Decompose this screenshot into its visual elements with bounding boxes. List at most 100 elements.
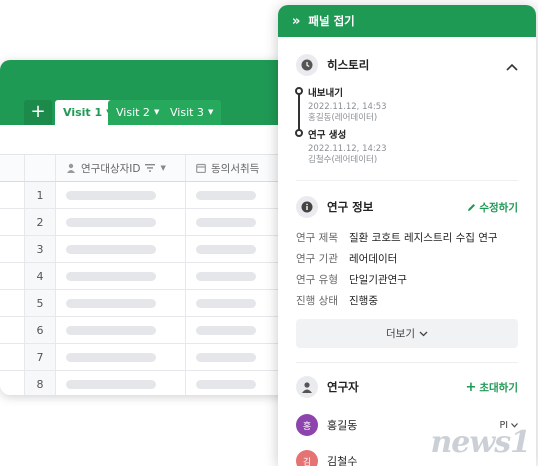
column-header-subject-id[interactable]: 연구대상자ID ▼: [56, 155, 186, 181]
row-number: 3: [24, 236, 56, 262]
info-icon: [296, 196, 318, 218]
avatar: 김: [296, 450, 318, 466]
person-icon: [296, 376, 318, 398]
more-label: 더보기: [386, 328, 415, 340]
divider: [296, 362, 518, 363]
news1-watermark: news1: [430, 425, 531, 460]
history-item-user: 김철수(레어데이터): [308, 155, 378, 165]
info-label: 진행 상태: [296, 295, 338, 307]
edit-label: 수정하기: [479, 201, 518, 214]
edit-button[interactable]: 수정하기: [467, 200, 518, 215]
table-cell[interactable]: [186, 182, 286, 208]
invite-button[interactable]: + 초대하기: [465, 380, 518, 395]
table-row: 1: [0, 182, 300, 209]
collapse-panel-button[interactable]: » 패널 접기: [278, 5, 536, 37]
table-cell[interactable]: [56, 290, 186, 316]
placeholder-bar: [196, 325, 256, 335]
study-info-list: 연구 제목 질환 코호트 레지스트리 수집 연구 연구 기관 레어데이터 연구 유형…: [278, 227, 536, 311]
history-item: 연구 생성 2022.11.12, 14:23 김철수(레어데이터): [308, 127, 387, 166]
row-number-header: [24, 155, 56, 181]
row-number: 1: [24, 182, 56, 208]
row-number: 6: [24, 317, 56, 343]
table-cell[interactable]: [186, 263, 286, 289]
placeholder-bar: [66, 325, 156, 335]
filter-icon[interactable]: [145, 164, 156, 172]
info-value: 질환 코호트 레지스트리 수집 연구: [349, 232, 498, 244]
collapse-panel-label: 패널 접기: [308, 14, 355, 28]
placeholder-bar: [196, 190, 256, 200]
tab-visit-3[interactable]: Visit 3 ▼: [162, 100, 222, 125]
table-cell[interactable]: [186, 290, 286, 316]
placeholder-bar: [66, 271, 156, 281]
tab-label: Visit 3: [170, 106, 204, 119]
history-title: 히스토리: [327, 58, 370, 72]
table-cell[interactable]: [56, 317, 186, 343]
row-number: 4: [24, 263, 56, 289]
info-value: 레어데이터: [349, 253, 398, 265]
placeholder-bar: [66, 298, 156, 308]
history-item-date: 2022.11.12, 14:23: [308, 144, 387, 154]
table-cell[interactable]: [56, 209, 186, 235]
history-item: 내보내기 2022.11.12, 14:53 홍길동(레어데이터): [308, 85, 387, 124]
info-row: 연구 유형 단일기관연구: [296, 269, 518, 290]
pencil-icon: [468, 203, 476, 211]
table-cell[interactable]: [56, 344, 186, 370]
info-row: 연구 기관 레어데이터: [296, 248, 518, 269]
tab-label: Visit 2: [116, 106, 150, 119]
row-number: 5: [24, 290, 56, 316]
history-item-user: 홍길동(레어데이터): [308, 113, 378, 123]
history-item-title: 연구 생성: [308, 130, 347, 141]
invite-label: 초대하기: [479, 381, 518, 394]
placeholder-bar: [196, 244, 256, 254]
caret-down-icon: ▼: [207, 108, 214, 116]
table-row: 8: [0, 371, 300, 395]
table-cell[interactable]: [56, 371, 186, 395]
table-row: 7: [0, 344, 300, 371]
researchers-section-header: 연구자 + 초대하기: [278, 367, 536, 407]
more-button[interactable]: 더보기: [296, 319, 518, 348]
placeholder-bar: [196, 271, 256, 281]
placeholder-bar: [66, 352, 156, 362]
table-cell[interactable]: [56, 263, 186, 289]
table-cell[interactable]: [56, 236, 186, 262]
table-cell[interactable]: [186, 236, 286, 262]
history-item-title: 내보내기: [308, 88, 343, 99]
table-cell[interactable]: [186, 344, 286, 370]
info-row: 진행 상태 진행중: [296, 290, 518, 311]
table-cell[interactable]: [186, 209, 286, 235]
table-row: 4: [0, 263, 300, 290]
avatar: 홍: [296, 414, 318, 436]
caret-down-icon: ▼: [153, 108, 160, 116]
history-timeline: 내보내기 2022.11.12, 14:53 홍길동(레어데이터) 연구 생성 …: [278, 85, 536, 180]
history-section-header[interactable]: 히스토리: [278, 45, 536, 85]
chevron-up-icon[interactable]: [506, 56, 518, 75]
clock-icon: [296, 54, 318, 76]
timeline-line: [298, 91, 300, 133]
table-row: 2: [0, 209, 300, 236]
tab-visit-2[interactable]: Visit 2 ▼: [108, 100, 168, 125]
study-info-title: 연구 정보: [327, 200, 374, 214]
column-header-consent[interactable]: 동의서취득: [186, 155, 286, 181]
table-cell[interactable]: [186, 371, 286, 395]
info-row: 연구 제목 질환 코호트 레지스트리 수집 연구: [296, 227, 518, 248]
double-chevron-right-icon: »: [292, 13, 301, 29]
table-cell[interactable]: [186, 317, 286, 343]
info-label: 연구 제목: [296, 232, 338, 244]
table-row: 3: [0, 236, 300, 263]
researchers-title: 연구자: [327, 380, 359, 394]
row-number: 7: [24, 344, 56, 370]
add-tab-button[interactable]: +: [24, 100, 52, 125]
sheet-tab-bar: + Visit 1 ▼ Visit 2 ▼ Visit 3 ▼: [0, 60, 300, 125]
table-row: 6: [0, 317, 300, 344]
spreadsheet-card: + Visit 1 ▼ Visit 2 ▼ Visit 3 ▼ 연구대상자ID …: [0, 60, 300, 395]
person-icon: [67, 163, 75, 173]
timeline-dot: [295, 87, 303, 95]
table-cell[interactable]: [56, 182, 186, 208]
caret-down-icon[interactable]: ▼: [160, 164, 165, 172]
column-header-label: 연구대상자ID: [81, 162, 141, 175]
row-number: 2: [24, 209, 56, 235]
info-label: 연구 유형: [296, 274, 338, 286]
calendar-icon: [196, 163, 206, 173]
placeholder-bar: [196, 352, 256, 362]
toolbar-area: [0, 125, 300, 155]
